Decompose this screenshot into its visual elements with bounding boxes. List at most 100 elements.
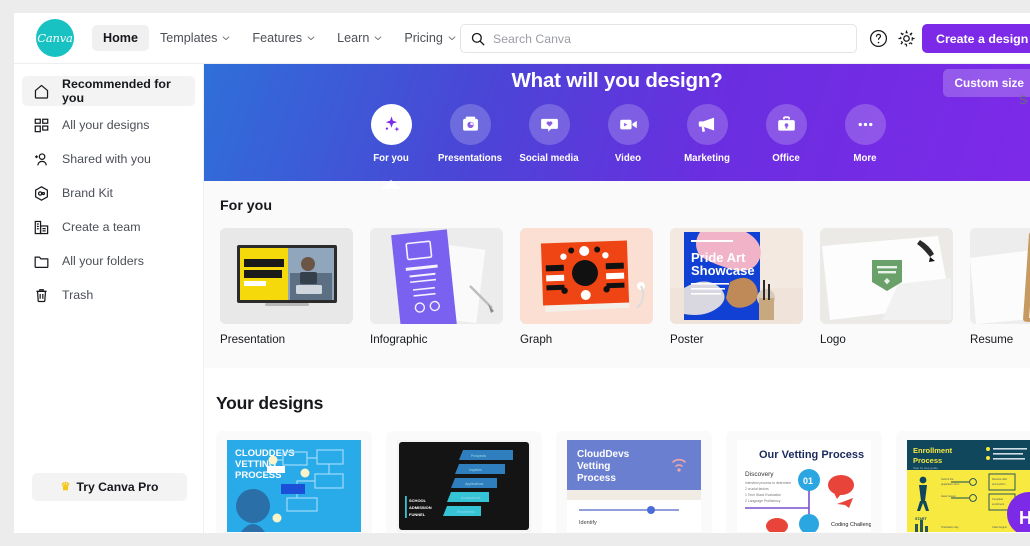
svg-text:ADMISSION: ADMISSION	[409, 505, 432, 510]
template-thumbnail: Pride Art Showcase	[670, 228, 803, 324]
for-you-section: For you Presentation Infographic Graph P…	[204, 181, 1030, 368]
svg-text:Step by step guide: Step by step guide	[913, 466, 938, 470]
svg-text:Process: Process	[913, 456, 942, 465]
sidebar-item-all-your-folders[interactable]: All your folders	[22, 246, 195, 276]
svg-text:Await review: Await review	[941, 494, 956, 498]
svg-text:Showcase: Showcase	[691, 263, 755, 278]
sidebar-item-trash[interactable]: Trash	[22, 280, 195, 310]
design-card-clouddevs-blue[interactable]: CloudDevs Vetting Process Identify	[556, 431, 712, 533]
svg-text:Class begins: Class begins	[992, 525, 1008, 529]
your-designs-section: Your designs See all CLOUDDEVS VETTING P…	[204, 93, 1030, 533]
chevron-down-icon	[448, 34, 456, 42]
category-label: For you	[373, 153, 409, 164]
sidebar-item-create-a-team[interactable]: Create a team	[22, 212, 195, 242]
svg-text:application form: application form	[941, 482, 959, 486]
svg-text:Discovery: Discovery	[745, 471, 774, 478]
category-tab-presentations[interactable]: Presentations	[431, 104, 509, 164]
canva-app-window: Canva Home Templates Features Learn Pric…	[14, 13, 1030, 533]
design-card-dark-funnel[interactable]: Prospects Inquiries Applications Acceptanc…	[386, 431, 542, 533]
design-card-enrollment-process[interactable]: Enrollment Process Step by step guide ST…	[896, 431, 1030, 533]
template-card-label: Graph	[520, 333, 553, 346]
sidebar-item-recommended-for-you[interactable]: Recommended for you	[22, 76, 195, 106]
nav-item-templates[interactable]: Templates	[149, 25, 241, 51]
svg-text:Process: Process	[577, 473, 616, 484]
custom-size-button[interactable]: Custom size	[942, 69, 1030, 97]
sidebar-item-label: Brand Kit	[62, 186, 113, 200]
your-designs-card-list: CLOUDDEVS VETTING PROCESS Prospects Inqu…	[204, 431, 1030, 533]
logo-text: Canva	[37, 31, 73, 45]
design-card-clouddevs-flow[interactable]: CLOUDDEVS VETTING PROCESS	[216, 431, 372, 533]
nav-label: Home	[103, 31, 138, 45]
search-bar[interactable]	[460, 24, 857, 53]
svg-text:Inquiries: Inquiries	[469, 468, 482, 472]
chevron-down-icon	[222, 34, 230, 42]
nav-label: Templates	[160, 31, 218, 45]
category-tab-more[interactable]: More	[826, 104, 904, 164]
nav-label: Learn	[337, 31, 370, 45]
svg-text:Receive offer: Receive offer	[992, 477, 1007, 481]
gear-icon[interactable]	[896, 28, 917, 49]
sidebar-item-brand-kit[interactable]: Brand Kit	[22, 178, 195, 208]
category-label: More	[853, 153, 877, 164]
building-icon	[33, 219, 50, 236]
try-canva-pro-button[interactable]: ♛ Try Canva Pro	[32, 473, 187, 501]
home-icon	[33, 83, 50, 100]
app-body: Recommended for you All your designs Sha…	[14, 64, 1030, 533]
category-tab-social-media[interactable]: Social media	[510, 104, 588, 164]
sidebar-item-label: Create a team	[62, 220, 141, 234]
category-tab-video[interactable]: Video	[589, 104, 667, 164]
category-tab-office[interactable]: Office	[747, 104, 825, 164]
category-tabs: For you Presentations Social media Video…	[204, 104, 1030, 189]
design-thumbnail: CLOUDDEVS VETTING PROCESS	[227, 440, 361, 532]
canva-logo[interactable]: Canva	[36, 19, 74, 57]
svg-text:Acceptances: Acceptances	[461, 496, 481, 500]
pro-button-label: Try Canva Pro	[76, 480, 159, 494]
main-nav: Home Templates Features Learn Pricing	[92, 25, 467, 51]
svg-text:enrollment: enrollment	[992, 502, 1004, 506]
template-card-logo[interactable]: Logo	[820, 228, 953, 346]
sidebar-item-label: All your folders	[62, 254, 144, 268]
design-card-our-vetting-process[interactable]: Our Vetting Process Discovery Interview …	[726, 431, 882, 533]
template-card-resume[interactable]: Resume	[970, 228, 1030, 346]
template-card-graph[interactable]: Graph	[520, 228, 653, 346]
hero-title: What will you design?	[511, 69, 723, 92]
svg-text:Applications: Applications	[465, 482, 484, 486]
hero-banner: What will you design? Custom size For yo…	[204, 64, 1030, 189]
sidebar-nav-list: Recommended for you All your designs Sha…	[14, 64, 203, 310]
brand-hexagon-icon	[33, 185, 50, 202]
active-tab-indicator	[381, 180, 401, 189]
for-you-title: For you	[220, 198, 273, 214]
template-thumbnail	[220, 228, 353, 324]
sidebar-item-shared-with-you[interactable]: Shared with you	[22, 144, 195, 174]
category-label: Presentations	[437, 153, 503, 164]
nav-item-learn[interactable]: Learn	[326, 25, 393, 51]
sidebar-item-all-your-designs[interactable]: All your designs	[22, 110, 195, 140]
template-card-label: Presentation	[220, 333, 286, 346]
template-thumbnail	[370, 228, 503, 324]
template-card-presentation[interactable]: Presentation	[220, 228, 353, 346]
ellipsis-icon	[844, 104, 886, 145]
see-all-link[interactable]: See all	[1019, 93, 1028, 107]
create-a-design-button[interactable]: Create a design	[922, 24, 1030, 53]
sidebar-item-label: Shared with you	[62, 152, 151, 166]
nav-item-features[interactable]: Features	[241, 25, 326, 51]
template-thumbnail	[520, 228, 653, 324]
nav-item-pricing[interactable]: Pricing	[393, 25, 467, 51]
category-tab-marketing[interactable]: Marketing	[668, 104, 746, 164]
template-card-label: Infographic	[370, 333, 428, 346]
search-input[interactable]	[493, 31, 823, 46]
design-thumbnail: CloudDevs Vetting Process Identify	[567, 440, 701, 532]
template-card-infographic[interactable]: Infographic	[370, 228, 503, 346]
megaphone-icon	[686, 104, 728, 145]
nav-label: Features	[252, 31, 303, 45]
main-content: What will you design? Custom size For yo…	[204, 64, 1030, 533]
template-card-poster[interactable]: Pride Art Showcase Poster	[670, 228, 803, 346]
category-tab-for-you[interactable]: For you	[352, 104, 430, 189]
search-icon	[471, 32, 485, 46]
for-you-card-list: Presentation Infographic Graph Pride Art…	[204, 228, 1030, 346]
help-circle-icon[interactable]	[868, 28, 889, 49]
svg-text:Orientation day: Orientation day	[941, 525, 959, 529]
nav-item-home[interactable]: Home	[92, 25, 149, 51]
svg-text:Interview process to determine: Interview process to determine	[745, 481, 791, 485]
presentation-icon	[449, 104, 491, 145]
